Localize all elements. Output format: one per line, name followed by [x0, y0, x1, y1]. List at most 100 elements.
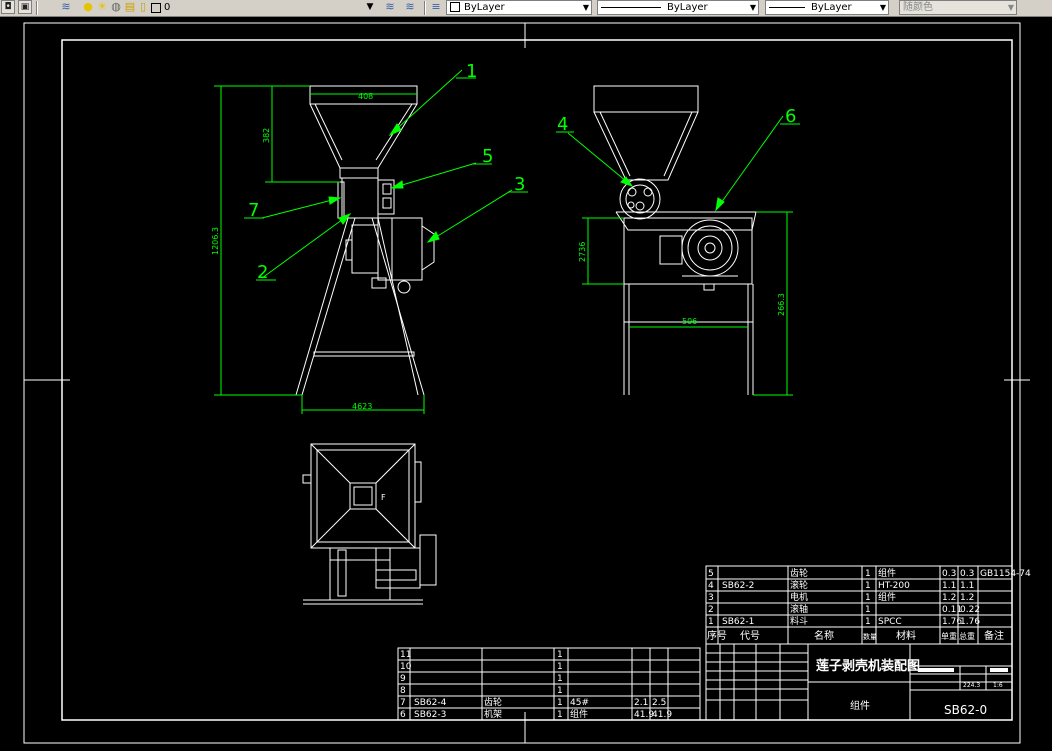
- layer-states-icon[interactable]: ◘: [1, 0, 15, 14]
- layer-name[interactable]: 0: [164, 1, 364, 14]
- bom-header-material: 材料: [896, 629, 916, 642]
- bom-cell-qty: 1: [557, 662, 563, 672]
- layer-stack-icon: ≋: [61, 0, 71, 13]
- drawing-canvas[interactable]: 408 4623 1206.3 3 8 2 506 2736 266.3 F 1 2…: [0, 17, 1052, 747]
- bom-cell-qty: 1: [557, 710, 563, 720]
- side-dimensions: [582, 211, 793, 396]
- bom-upper-rows: 5 齿轮 1 组件 0.3 0.3 GB1154-74 4 SB62-2 滚轮 1 HT-200 1.1…: [708, 567, 1031, 627]
- bom-cell-no: 3: [708, 593, 714, 603]
- bom-cell-total-weight: 1.2: [960, 593, 974, 603]
- chevron-down-icon: ▼: [582, 3, 589, 12]
- bom-cell-total-weight: 1.76: [960, 617, 980, 627]
- bom-header-code: 代号: [740, 630, 760, 642]
- drawing-svg: 408 4623 1206.3 3 8 2 506 2736 266.3 F 1 2…: [23, 22, 1031, 744]
- side-view: [593, 85, 757, 395]
- bom-cell-code: SB62-2: [722, 581, 754, 591]
- bom-header-qty: 数量: [863, 632, 877, 641]
- callout-7: 7: [248, 200, 259, 221]
- bom-cell-note: GB1154-74: [980, 569, 1031, 579]
- bom-cell-code: SB62-4: [414, 698, 447, 708]
- title-block-bar: [918, 668, 954, 672]
- bom-cell-material: 组件: [878, 567, 896, 579]
- bom-cell-qty: 1: [557, 674, 563, 684]
- layer-dropdown-arrow-icon[interactable]: ▼: [364, 1, 376, 13]
- callout-2: 2: [257, 262, 268, 283]
- bom-cell-no: 5: [708, 569, 714, 579]
- bom-cell-unit-weight: 0.3: [942, 569, 956, 579]
- bom-cell-total-weight: 1.1: [960, 581, 974, 591]
- bom-cell-qty: 1: [865, 593, 871, 603]
- bom-cell-no: 2: [708, 605, 714, 615]
- bom-cell-qty: 1: [557, 698, 563, 708]
- bom-cell-no: 11: [400, 650, 411, 660]
- bom-cell-material: 45#: [570, 698, 589, 708]
- bom-cell-no: 10: [400, 662, 412, 672]
- bom-cell-material: 组件: [878, 591, 896, 603]
- bom-cell-qty: 1: [865, 569, 871, 579]
- linetype-select[interactable]: ByLayer ▼: [597, 0, 759, 15]
- color-swatch-icon: [450, 2, 460, 12]
- color-select[interactable]: ByLayer ▼: [446, 0, 592, 15]
- make-current-icon[interactable]: ▣: [18, 0, 32, 14]
- sun-icon[interactable]: ☀: [96, 1, 108, 13]
- bom-cell-total-weight: 2.5: [652, 698, 666, 708]
- bom-cell-qty: 1: [865, 605, 871, 615]
- bom-cell-unit-weight: 1.2: [942, 593, 956, 603]
- bom-cell-no: 6: [400, 710, 406, 720]
- plotstyle-select[interactable]: 随颜色 ▼: [899, 0, 1017, 15]
- bom-cell-name: 滚轮: [790, 579, 808, 591]
- callout-4: 4: [557, 114, 568, 135]
- title-block-weight: 224.3: [963, 682, 980, 689]
- lock-icon[interactable]: ▤: [124, 1, 136, 13]
- dim-front-height: 1206.3: [211, 227, 220, 255]
- dim-side-width: 506: [682, 317, 697, 326]
- lineweight-select-value: ByLayer: [811, 2, 852, 13]
- plot-icon[interactable]: ▯: [137, 1, 149, 13]
- toolbar-separator: [36, 1, 38, 15]
- bom-header-no: 序号: [707, 629, 727, 642]
- centering-marks: [24, 23, 1030, 743]
- bom-cell-total-weight: 41.9: [652, 710, 672, 720]
- layer-previous-icon[interactable]: ≋: [404, 1, 416, 13]
- dim-side-height2: 266.3: [777, 293, 786, 316]
- dim-side-height: 2736: [578, 242, 587, 262]
- chevron-down-icon: ▼: [1007, 3, 1014, 12]
- bom-header-total-weight: 总重: [959, 631, 975, 641]
- bom-header-note: 备注: [984, 629, 1004, 642]
- dim-front-width: 4623: [352, 402, 372, 411]
- lineweight-preview: [769, 6, 805, 8]
- bom-cell-no: 8: [400, 686, 406, 696]
- callout-1: 1: [466, 61, 477, 82]
- bom-cell-name: 电机: [790, 591, 808, 603]
- lineweight-select[interactable]: ByLayer ▼: [765, 0, 889, 15]
- bom-cell-name: 齿轮: [484, 696, 502, 708]
- chevron-down-icon: ▼: [749, 3, 756, 12]
- front-view: [295, 85, 435, 396]
- bom-cell-total-weight: 0.3: [960, 569, 974, 579]
- bom-cell-no: 1: [708, 617, 714, 627]
- bom-cell-name: 滚轴: [790, 603, 808, 615]
- dim-hopper-width: 408: [358, 92, 373, 101]
- bom-cell-material: 组件: [570, 708, 588, 720]
- title-block-scale: 1:6: [993, 682, 1003, 689]
- title-block-part-type: 组件: [850, 699, 870, 712]
- top-view: [302, 443, 437, 605]
- make-object-layer-current-icon[interactable]: ≋: [384, 1, 396, 13]
- bom-cell-no: 7: [400, 698, 406, 708]
- bom-cell-unit-weight: 2.1: [634, 698, 648, 708]
- linetype-select-value: ByLayer: [667, 2, 708, 13]
- bom-cell-no: 9: [400, 674, 406, 684]
- callout-6: 6: [785, 106, 796, 127]
- bom-cell-qty: 1: [865, 581, 871, 591]
- callout-5: 5: [482, 146, 493, 167]
- bom-header-unit-weight: 单重: [941, 631, 957, 641]
- layers-icon[interactable]: ≡: [430, 1, 442, 13]
- toolbar-separator: [424, 1, 426, 15]
- bom-header-row: 序号 代号 名称 数量 材料 单重 总重 备注: [707, 629, 1004, 642]
- bom-cell-name: 齿轮: [790, 567, 808, 579]
- bom-cell-qty: 1: [557, 650, 563, 660]
- top-view-mark: F: [381, 493, 386, 502]
- viewport-freeze-icon[interactable]: ◍: [110, 1, 122, 13]
- bom-cell-code: SB62-3: [414, 710, 446, 720]
- lightbulb-icon[interactable]: ●: [82, 1, 94, 13]
